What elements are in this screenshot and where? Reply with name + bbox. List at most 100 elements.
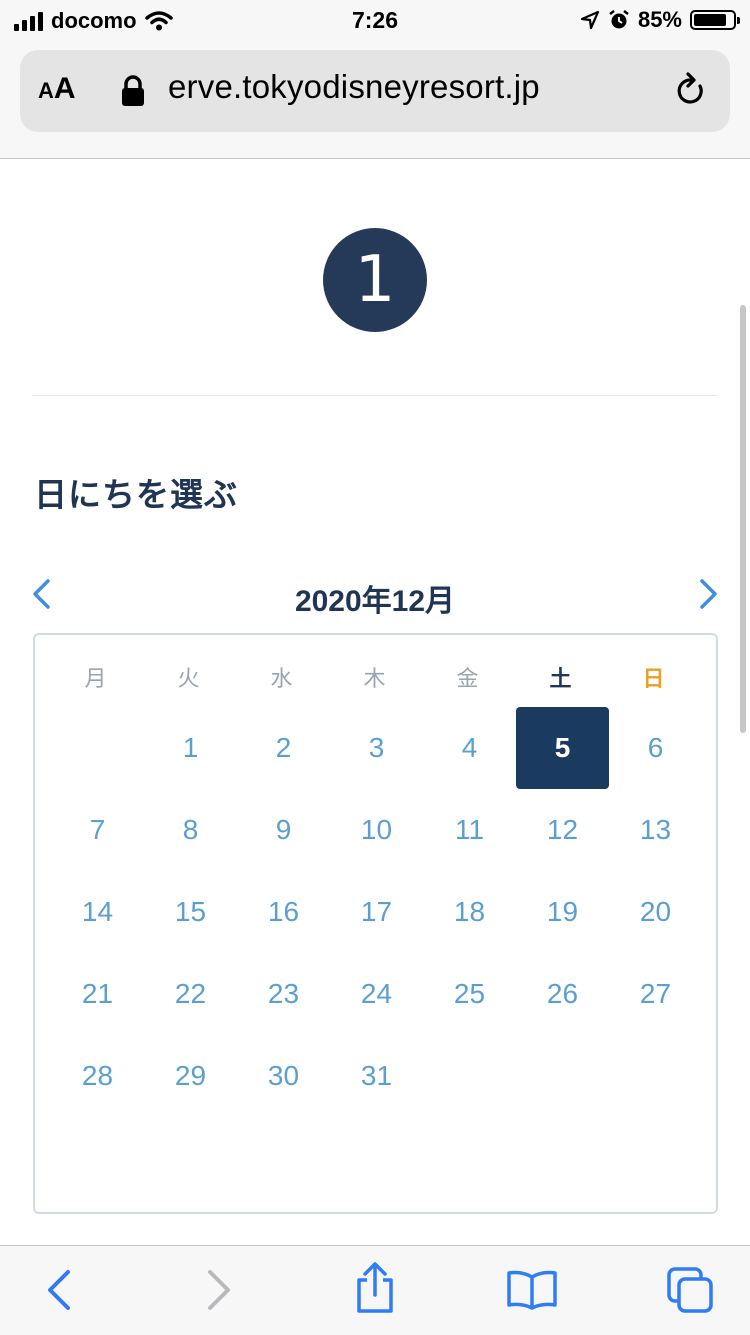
month-label: 2020年12月 (294, 585, 456, 618)
reload-icon[interactable] (674, 72, 708, 108)
forward-icon[interactable] (204, 1268, 234, 1312)
calendar-day-number: 29 (174, 1060, 207, 1091)
battery-percentage: 85% (637, 7, 682, 32)
status-bar: docomo 7:26 85% (0, 0, 750, 40)
calendar-day-number: 23 (267, 978, 300, 1009)
calendar-day-number: 4 (461, 732, 478, 763)
calendar-day-number: 2 (275, 732, 292, 763)
calendar-day-number: 31 (360, 1060, 393, 1091)
calendar-day[interactable]: 30 (237, 1035, 330, 1117)
calendar-empty-cell (516, 1035, 609, 1117)
calendar-empty-cell (609, 1035, 702, 1117)
calendar-day[interactable]: 18 (423, 871, 516, 953)
weekday-header-row: 月火水木金土日 (49, 661, 730, 693)
calendar-day[interactable]: 25 (423, 953, 516, 1035)
calendar-day-number: 25 (453, 978, 486, 1009)
weekday-label: 土 (549, 666, 572, 691)
weekday-label: 月 (84, 666, 107, 691)
calendar-day[interactable]: 11 (423, 789, 516, 871)
calendar-week-row: 28 29 30 31 (51, 1035, 704, 1117)
calendar-day[interactable]: 4 (423, 707, 516, 789)
calendar-week-row: 14 15 16 17 18 19 20 (51, 871, 704, 953)
divider (32, 395, 718, 396)
calendar-day[interactable]: 31 (330, 1035, 423, 1117)
calendar-day[interactable]: 12 (516, 789, 609, 871)
calendar-week-row: 21 22 23 24 25 26 27 (51, 953, 704, 1035)
calendar-day-number: 7 (89, 814, 106, 845)
calendar-day[interactable]: 13 (609, 789, 702, 871)
weekday-label: 木 (363, 666, 386, 691)
calendar-day-number: 15 (174, 896, 207, 927)
calendar-day-number: 30 (267, 1060, 300, 1091)
calendar-day[interactable]: 28 (51, 1035, 144, 1117)
calendar-day-number: 19 (546, 896, 579, 927)
calendar-empty-cell (51, 707, 144, 789)
calendar-day-number: 27 (639, 978, 672, 1009)
calendar-day-number: 6 (647, 732, 664, 763)
calendar-day[interactable]: 6 (609, 707, 702, 789)
alarm-icon (609, 10, 629, 29)
text-size-label: AA (38, 72, 76, 105)
calendar: 月火水木金土日 1 2 3 4 5 6 7 8 9 10 11 12 13 14 15 16 17 18 19 20 2… (33, 633, 718, 1214)
calendar-day-number: 22 (174, 978, 207, 1009)
calendar-week-row: 1 2 3 4 5 6 (51, 707, 704, 789)
calendar-day[interactable]: 1 (144, 707, 237, 789)
calendar-day-number: 17 (360, 896, 393, 927)
address-bar[interactable]: AA erve.tokyodisneyresort.jp (20, 50, 730, 132)
calendar-day-number: 26 (546, 978, 579, 1009)
share-icon[interactable] (354, 1262, 396, 1314)
calendar-day[interactable]: 29 (144, 1035, 237, 1117)
calendar-day[interactable]: 16 (237, 871, 330, 953)
back-icon[interactable] (44, 1268, 74, 1312)
calendar-day[interactable]: 14 (51, 871, 144, 953)
calendar-day[interactable]: 27 (609, 953, 702, 1035)
weekday-label: 金 (456, 666, 479, 691)
calendar-day-number: 8 (182, 814, 199, 845)
calendar-day-selected[interactable]: 5 (516, 707, 609, 789)
month-navigation: 2020年12月 (0, 570, 750, 620)
calendar-day[interactable]: 23 (237, 953, 330, 1035)
step-number-badge: 1 (323, 228, 427, 332)
calendar-day[interactable]: 24 (330, 953, 423, 1035)
text-size-button[interactable]: AA (38, 72, 76, 106)
calendar-day[interactable]: 15 (144, 871, 237, 953)
battery-fill (694, 14, 726, 26)
calendar-day-number: 9 (275, 814, 292, 845)
calendar-day[interactable]: 2 (237, 707, 330, 789)
status-right: 85% (580, 7, 740, 33)
calendar-day-number: 1 (182, 732, 199, 763)
lock-icon (122, 75, 144, 106)
calendar-week-row: 7 8 9 10 11 12 13 (51, 789, 704, 871)
tabs-icon[interactable] (666, 1266, 714, 1314)
battery-icon (690, 10, 740, 30)
calendar-day[interactable]: 19 (516, 871, 609, 953)
calendar-day-number: 12 (546, 814, 579, 845)
calendar-day[interactable]: 9 (237, 789, 330, 871)
calendar-day[interactable]: 22 (144, 953, 237, 1035)
calendar-day-number: 28 (81, 1060, 114, 1091)
next-month-arrow-icon[interactable] (698, 578, 720, 610)
calendar-empty-cell (423, 1035, 516, 1117)
calendar-day[interactable]: 17 (330, 871, 423, 953)
weekday-label: 日 (642, 666, 665, 691)
calendar-day[interactable]: 21 (51, 953, 144, 1035)
calendar-grid: 1 2 3 4 5 6 7 8 9 10 11 12 13 14 15 16 17 18 19 20 21 22 23 24 2… (51, 707, 704, 1117)
url-text[interactable]: erve.tokyodisneyresort.jp (168, 68, 668, 106)
bookmarks-icon[interactable] (506, 1270, 558, 1310)
calendar-day-number: 14 (81, 896, 114, 927)
calendar-day-number: 20 (639, 896, 672, 927)
calendar-day[interactable]: 20 (609, 871, 702, 953)
scroll-indicator (740, 305, 746, 733)
weekday-label: 火 (177, 666, 200, 691)
calendar-day[interactable]: 3 (330, 707, 423, 789)
calendar-day[interactable]: 7 (51, 789, 144, 871)
weekday-label: 水 (270, 666, 293, 691)
calendar-day[interactable]: 10 (330, 789, 423, 871)
calendar-day[interactable]: 26 (516, 953, 609, 1035)
browser-toolbar (0, 1245, 750, 1335)
calendar-day[interactable]: 8 (144, 789, 237, 871)
calendar-day-number: 11 (454, 814, 485, 845)
browser-url-area: AA erve.tokyodisneyresort.jp (0, 40, 750, 159)
calendar-day-number: 18 (453, 896, 486, 927)
section-title: 日にちを選ぶ (34, 476, 238, 513)
